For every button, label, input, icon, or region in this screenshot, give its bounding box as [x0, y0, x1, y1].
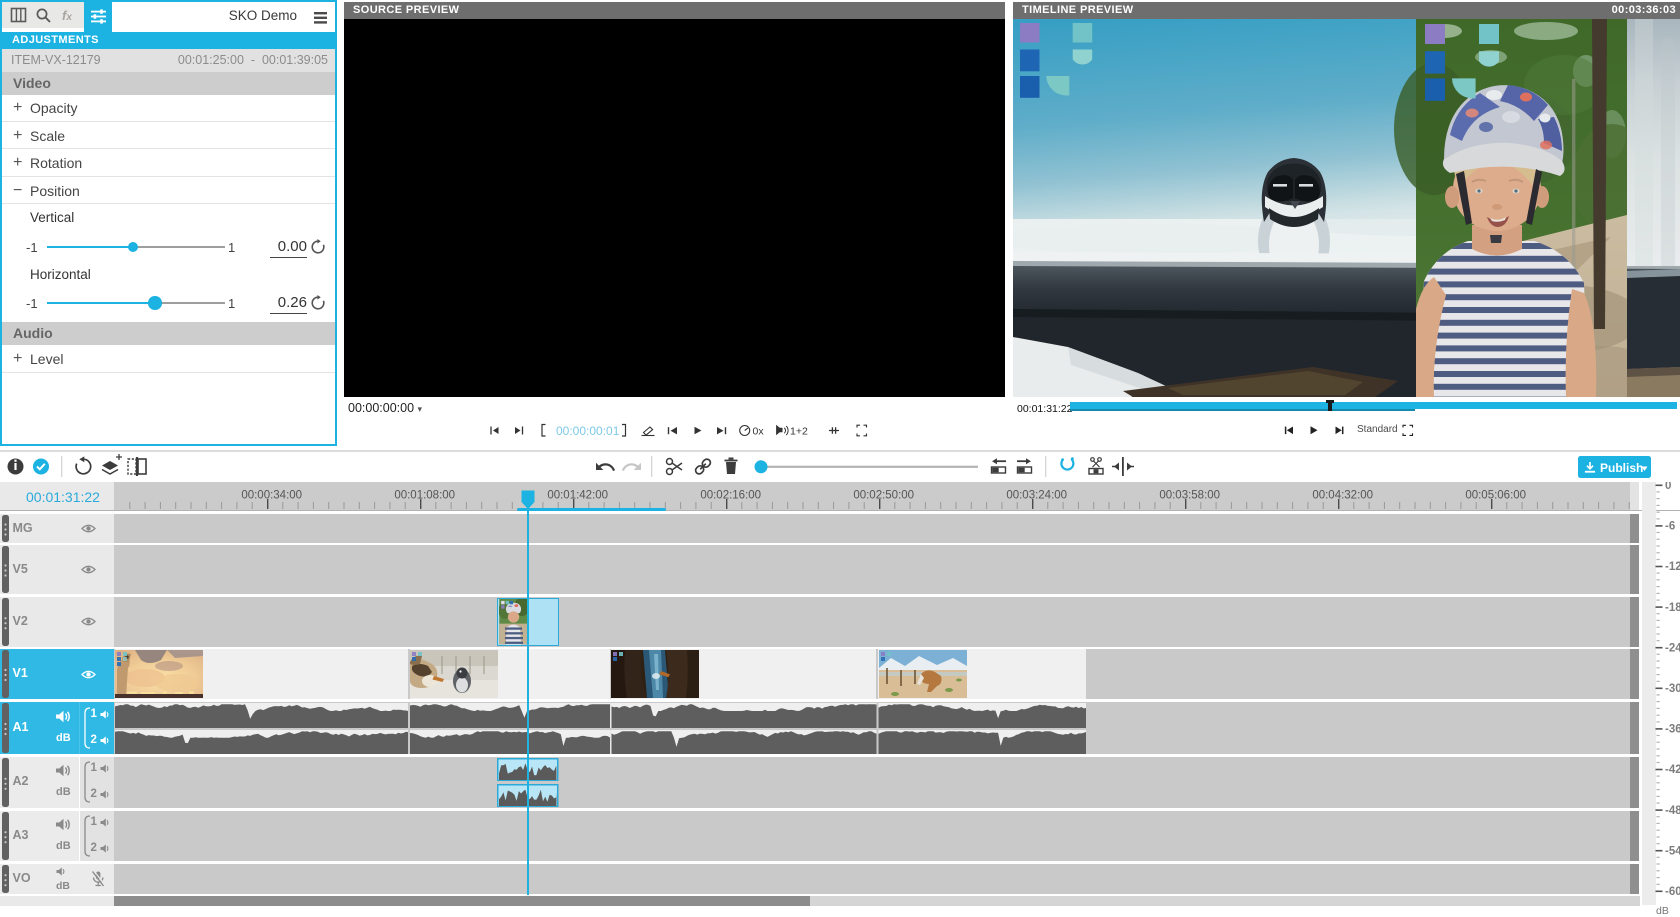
svg-text:-30: -30 [1665, 683, 1680, 695]
svg-text:00:00:34:00: 00:00:34:00 [241, 490, 302, 502]
svg-text:0: 0 [1665, 482, 1671, 492]
svg-text:-54: -54 [1665, 845, 1680, 857]
svg-text:-24: -24 [1665, 642, 1680, 654]
svg-text:-12: -12 [1665, 561, 1680, 573]
svg-text:-18: -18 [1665, 602, 1680, 614]
svg-text:00:01:42:00: 00:01:42:00 [547, 490, 608, 502]
svg-text:00:05:06:00: 00:05:06:00 [1465, 490, 1526, 502]
svg-text:-42: -42 [1665, 764, 1680, 776]
svg-text:-36: -36 [1665, 724, 1680, 736]
svg-text:00:03:24:00: 00:03:24:00 [1006, 490, 1067, 502]
svg-text:-48: -48 [1665, 805, 1680, 817]
svg-text:00:02:16:00: 00:02:16:00 [700, 490, 761, 502]
svg-text:00:01:08:00: 00:01:08:00 [394, 490, 455, 502]
svg-text:-6: -6 [1665, 521, 1675, 533]
svg-text:00:03:58:00: 00:03:58:00 [1159, 490, 1220, 502]
svg-text:0x: 0x [753, 426, 765, 438]
svg-text:00:02:50:00: 00:02:50:00 [853, 490, 914, 502]
svg-text:-60: -60 [1665, 886, 1680, 898]
svg-text:00:04:32:00: 00:04:32:00 [1312, 490, 1373, 502]
svg-text:1+2: 1+2 [790, 426, 808, 438]
